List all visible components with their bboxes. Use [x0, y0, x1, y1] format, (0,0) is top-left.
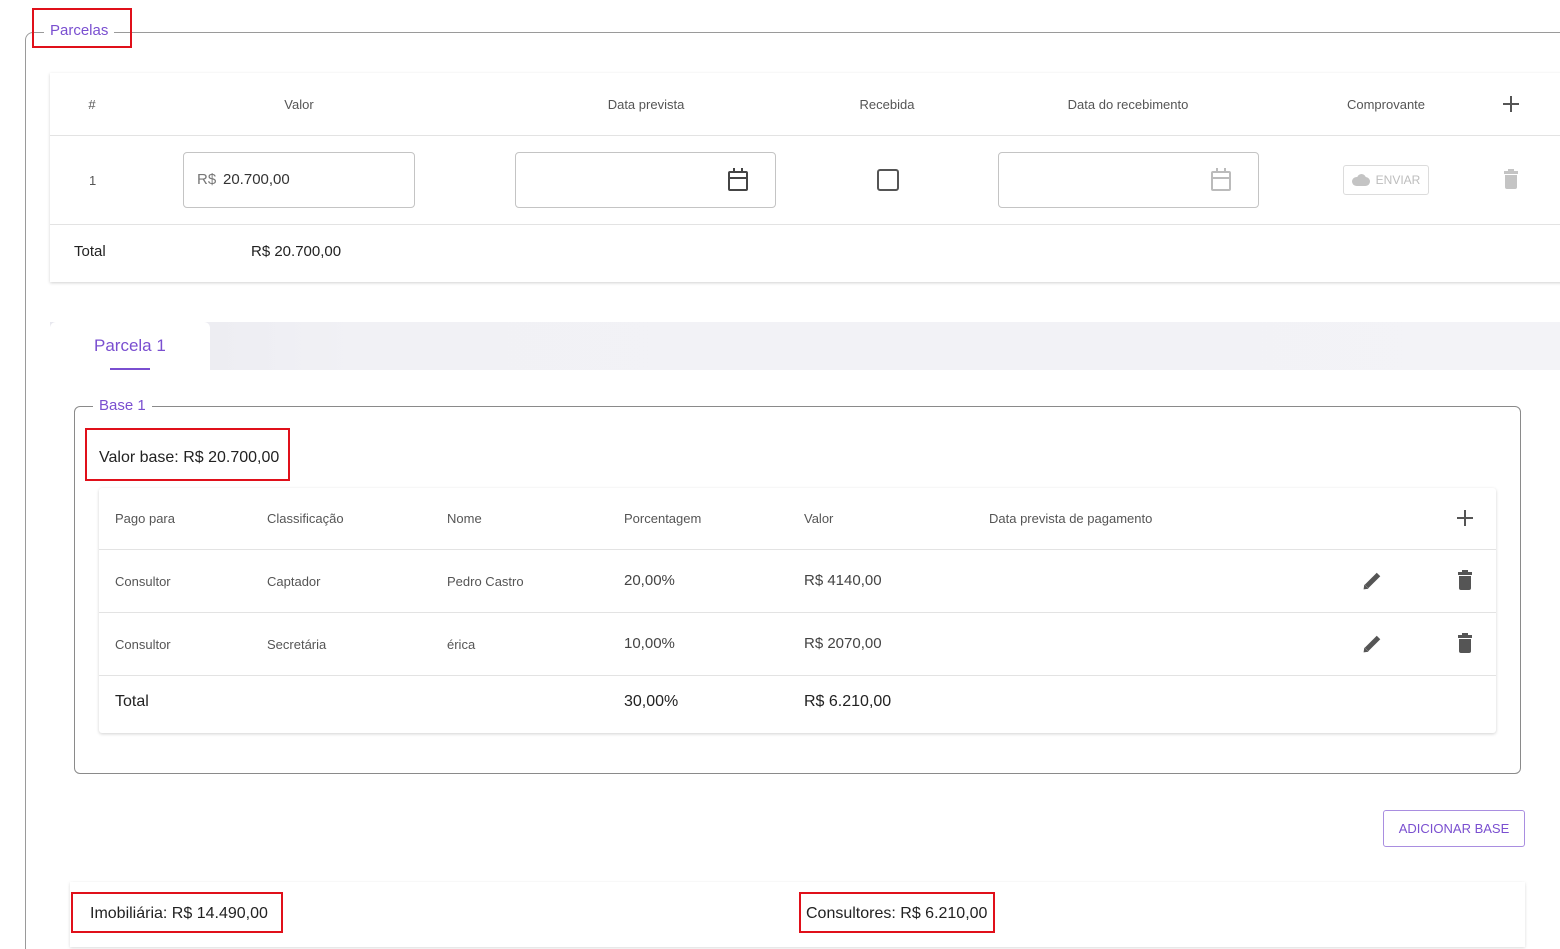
header-data-prevista: Data prevista	[607, 97, 685, 112]
row1-valor: R$ 4140,00	[804, 572, 882, 589]
header-divider	[50, 135, 1560, 136]
row1-classificacao: Captador	[267, 574, 321, 589]
valor-input-value: 20.700,00	[223, 171, 290, 188]
base-total-porcentagem: 30,00%	[624, 693, 679, 710]
adicionar-base-button[interactable]: ADICIONAR BASE	[1383, 810, 1525, 847]
base-row-divider	[99, 612, 1496, 613]
row2-pago-para: Consultor	[115, 637, 171, 652]
valor-base: Valor base: R$ 20.700,00	[99, 449, 280, 466]
cloud-upload-icon	[1351, 174, 1370, 186]
header-recebida: Recebida	[859, 97, 915, 112]
header-valor: Valor	[284, 97, 314, 112]
add-pagamento-plus-icon[interactable]	[1457, 510, 1473, 526]
consultores-total: Consultores: R$ 6.210,00	[806, 905, 988, 922]
row2-porcentagem: 10,00%	[624, 635, 675, 652]
base-header-divider	[99, 549, 1496, 550]
header-data-prevista-pagamento: Data prevista de pagamento	[989, 511, 1153, 526]
header-porcentagem: Porcentagem	[624, 511, 702, 526]
summary-card	[70, 882, 1525, 947]
base-legend: Base 1	[93, 397, 152, 414]
calendar-icon-disabled[interactable]	[1211, 168, 1231, 191]
header-num: #	[88, 97, 96, 112]
row1-porcentagem: 20,00%	[624, 572, 675, 589]
parcela-tabs	[50, 322, 1560, 370]
calendar-icon[interactable]	[728, 168, 748, 191]
base-total-label: Total	[115, 693, 149, 710]
row1-pago-para: Consultor	[115, 574, 171, 589]
tab-parcela-1-label: Parcela 1	[94, 336, 166, 355]
recebida-checkbox[interactable]	[877, 169, 899, 191]
parcelas-legend: Parcelas	[44, 22, 115, 39]
row2-valor: R$ 2070,00	[804, 635, 882, 652]
parcelas-total-value: R$ 20.700,00	[251, 243, 342, 260]
parcelas-total-label: Total	[74, 243, 106, 260]
row1-nome: Pedro Castro	[447, 574, 524, 589]
delete-parcela-trash-icon[interactable]	[1504, 169, 1518, 189]
delete-trash-icon[interactable]	[1458, 570, 1472, 590]
base-row-divider	[99, 675, 1496, 676]
delete-trash-icon[interactable]	[1458, 633, 1472, 653]
header-valor: Valor	[804, 511, 834, 526]
base-total-valor: R$ 6.210,00	[804, 693, 892, 710]
edit-pencil-icon[interactable]	[1361, 571, 1381, 592]
row2-nome: érica	[447, 637, 476, 652]
edit-pencil-icon[interactable]	[1361, 634, 1381, 655]
valor-currency-prefix: R$	[197, 171, 217, 188]
header-pago-para: Pago para	[115, 511, 175, 526]
parcela-row-number: 1	[89, 173, 97, 188]
header-comprovante: Comprovante	[1346, 97, 1426, 112]
imobiliaria-total: Imobiliária: R$ 14.490,00	[90, 905, 268, 922]
header-data-recebimento: Data do recebimento	[1067, 97, 1189, 112]
header-classificacao: Classificação	[267, 511, 344, 526]
enviar-label: ENVIAR	[1375, 173, 1421, 187]
valor-input[interactable]	[183, 152, 415, 208]
row-divider	[50, 224, 1560, 225]
header-nome: Nome	[447, 511, 482, 526]
add-parcela-plus-icon[interactable]	[1503, 96, 1519, 112]
row2-classificacao: Secretária	[267, 637, 327, 652]
enviar-comprovante-button[interactable]: ENVIAR	[1343, 165, 1429, 195]
tab-active-indicator	[110, 368, 150, 370]
